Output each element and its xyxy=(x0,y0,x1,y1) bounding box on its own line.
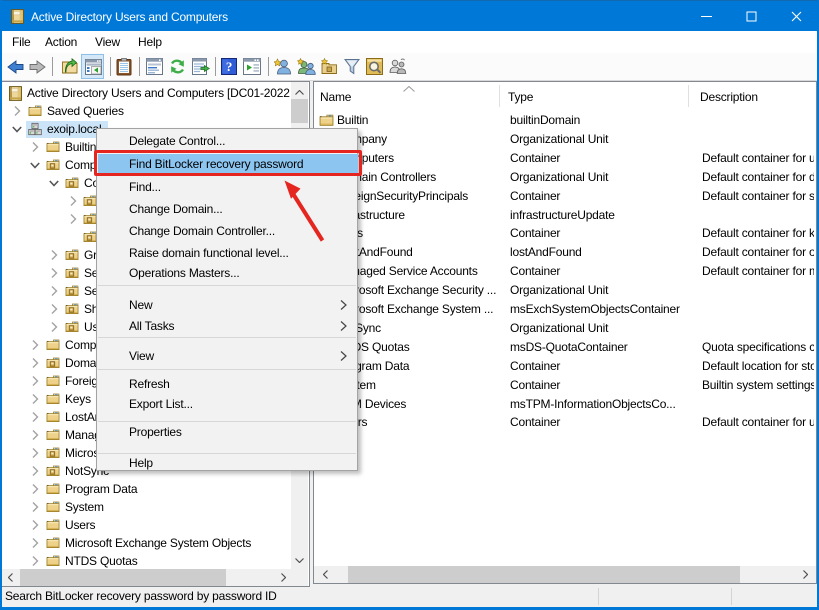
svg-text:?: ? xyxy=(226,59,232,74)
